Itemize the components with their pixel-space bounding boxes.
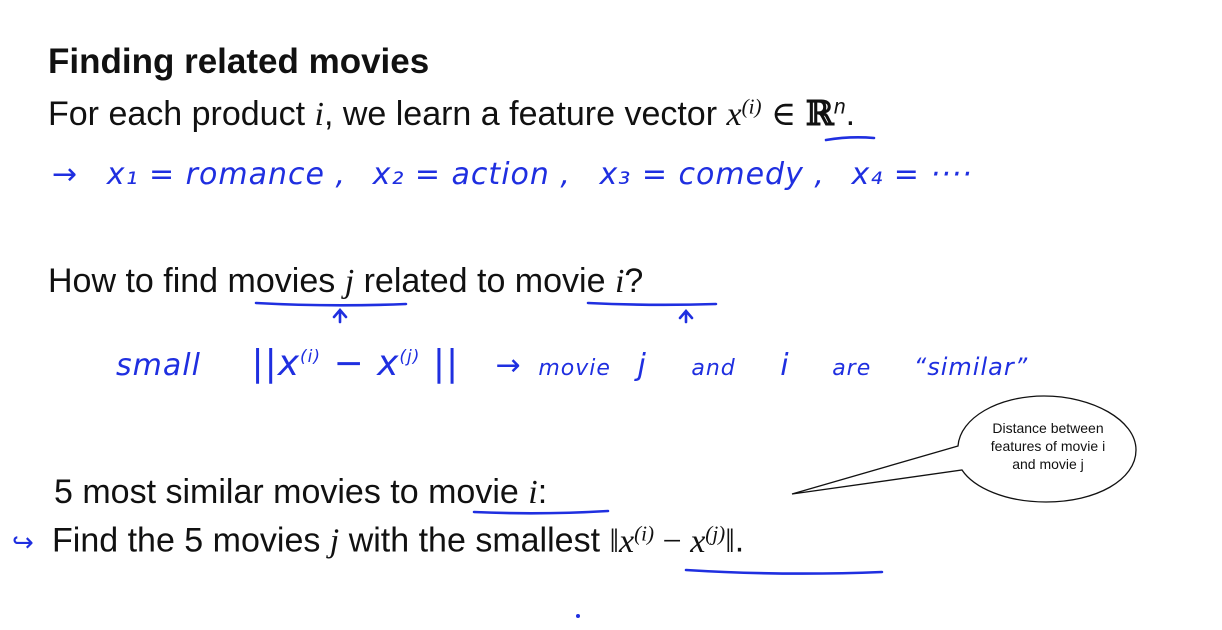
handwritten-arrow-icon: ↪ — [12, 528, 35, 558]
handwritten-feature-list: → x₁ = romance , x₂ = action , x₃ = come… — [52, 157, 973, 192]
callout-text: Distance between features of movie i and… — [990, 420, 1106, 472]
underline-distance-formula — [684, 568, 884, 575]
question-sentence: How to find movies j related to movie i? — [48, 262, 644, 300]
arrow-up-movies-j — [332, 308, 348, 324]
top-five-heading: 5 most similar movies to movie i: — [54, 473, 548, 511]
feature-vector-sentence: For each product i, we learn a feature v… — [48, 94, 856, 134]
underline-feature-vector — [824, 136, 876, 142]
underline-movies-j — [254, 301, 408, 307]
find-sentence: Find the 5 movies j with the smallest ‖x… — [52, 521, 745, 560]
feature-vector-symbol: x(i) — [726, 94, 762, 133]
stray-ink-dot — [576, 614, 580, 618]
arrow-up-movie-i — [678, 309, 694, 324]
handwritten-similarity-note: small ||x(i) − x(j) || → movie j and i a… — [116, 343, 1029, 384]
distance-formula: ‖x(i) − x(j)‖ — [609, 521, 735, 560]
underline-movie-i — [586, 301, 718, 307]
slide-title: Finding related movies — [48, 42, 430, 81]
